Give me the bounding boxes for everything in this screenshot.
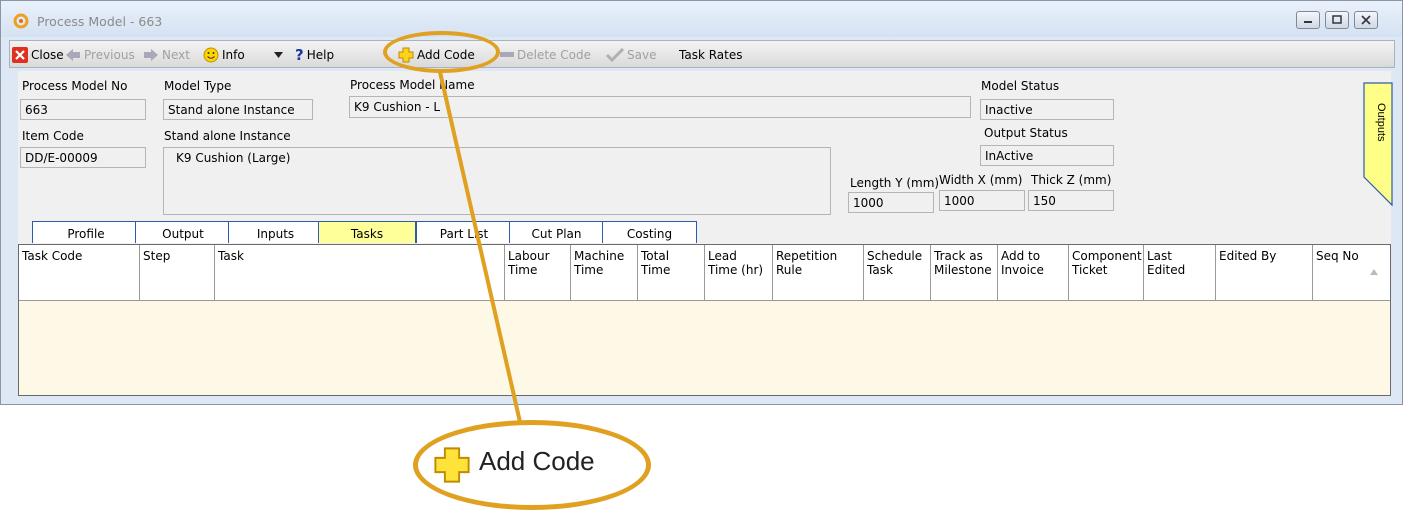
checkmark-icon (606, 48, 624, 62)
col-machine-time[interactable]: Machine Time (571, 245, 638, 300)
col-repetition-rule[interactable]: Repetition Rule (773, 245, 864, 300)
col-lead-time[interactable]: Lead Time (hr) (705, 245, 773, 300)
tab-costing[interactable]: Costing (602, 221, 697, 243)
col-schedule-task[interactable]: Schedule Task (864, 245, 931, 300)
col-add-to-invoice[interactable]: Add to Invoice (998, 245, 1069, 300)
arrow-right-icon (144, 49, 158, 61)
title-bar: Process Model - 663 (1, 1, 1402, 37)
arrow-left-icon (66, 49, 80, 61)
smiley-icon (203, 47, 219, 63)
tab-output[interactable]: Output (135, 221, 231, 243)
outputs-side-tab[interactable]: Outputs (1362, 81, 1393, 207)
app-icon (13, 13, 29, 29)
model-type-label: Model Type (164, 79, 232, 93)
minimize-button[interactable] (1296, 11, 1320, 29)
length-label: Length Y (mm) (850, 176, 940, 190)
tab-strip: Profile Output Inputs Tasks Part List Cu… (18, 221, 1391, 244)
width-field[interactable]: 1000 (939, 190, 1025, 211)
sort-asc-icon (1370, 269, 1378, 275)
toolbar: Close Previous Next Info ? Help Add Code… (9, 40, 1395, 68)
delete-code-button[interactable]: Delete Code (500, 46, 591, 64)
col-edited-by[interactable]: Edited By (1216, 245, 1313, 300)
info-dropdown-button[interactable] (274, 46, 283, 64)
maximize-icon (1332, 15, 1342, 24)
save-button[interactable]: Save (606, 46, 656, 64)
col-seq-no[interactable]: Seq No (1313, 245, 1390, 300)
col-task-code[interactable]: Task Code (19, 245, 140, 300)
window-title: Process Model - 663 (37, 14, 163, 29)
item-code-label: Item Code (22, 129, 84, 143)
model-type-field[interactable]: Stand alone Instance (163, 99, 313, 120)
plus-icon-zoomed (434, 447, 470, 483)
minus-icon (500, 52, 514, 57)
callout-zoom: Add Code (415, 420, 650, 510)
model-status-label: Model Status (981, 79, 1060, 93)
previous-button[interactable]: Previous (65, 46, 135, 64)
col-last-edited[interactable]: Last Edited (1144, 245, 1216, 300)
process-model-no-label: Process Model No (22, 79, 128, 93)
col-step[interactable]: Step (140, 245, 215, 300)
length-field[interactable]: 1000 (848, 192, 934, 213)
thick-label: Thick Z (mm) (1031, 173, 1112, 187)
callout-add-code-label: Add Code (479, 446, 595, 476)
close-icon (1361, 15, 1371, 25)
output-status-field[interactable]: InActive (980, 145, 1114, 166)
close-red-icon (12, 47, 28, 63)
thick-field[interactable]: 150 (1028, 190, 1114, 211)
model-status-field[interactable]: Inactive (980, 99, 1114, 120)
process-model-no-field[interactable]: 663 (20, 99, 146, 120)
col-track-as-milestone[interactable]: Track as Milestone (931, 245, 998, 300)
callout-highlight-ring (383, 31, 500, 73)
next-button[interactable]: Next (143, 46, 190, 64)
grid-header: Task Code Step Task Labour Time Machine Ti… (19, 245, 1390, 301)
help-button[interactable]: ? Help (295, 46, 334, 64)
task-rates-button[interactable]: Task Rates (679, 46, 742, 64)
close-window-button[interactable] (1354, 11, 1378, 29)
form-panel: Process Model No 663 Model Type Stand al… (18, 71, 1391, 221)
outputs-tab-label: Outputs (1375, 103, 1387, 142)
width-label: Width X (mm) (939, 173, 1023, 187)
process-model-window: Process Model - 663 Close Previous Next … (0, 0, 1403, 405)
minimize-icon (1304, 21, 1312, 23)
tasks-grid[interactable]: Task Code Step Task Labour Time Machine Ti… (18, 244, 1391, 396)
close-button[interactable]: Close (12, 46, 64, 64)
col-total-time[interactable]: Total Time (638, 245, 705, 300)
tab-profile[interactable]: Profile (32, 221, 140, 243)
col-component-ticket[interactable]: Component Ticket (1069, 245, 1144, 300)
maximize-button[interactable] (1325, 11, 1349, 29)
callout-connector-line (438, 71, 522, 423)
tab-tasks[interactable]: Tasks (318, 221, 416, 243)
item-code-field[interactable]: DD/E-00009 (20, 147, 146, 168)
dropdown-arrow-icon (274, 52, 283, 58)
help-icon: ? (295, 46, 304, 64)
stand-alone-instance-label: Stand alone Instance (164, 129, 291, 143)
tab-inputs[interactable]: Inputs (228, 221, 323, 243)
info-button[interactable]: Info (203, 46, 245, 64)
output-status-label: Output Status (984, 126, 1068, 140)
